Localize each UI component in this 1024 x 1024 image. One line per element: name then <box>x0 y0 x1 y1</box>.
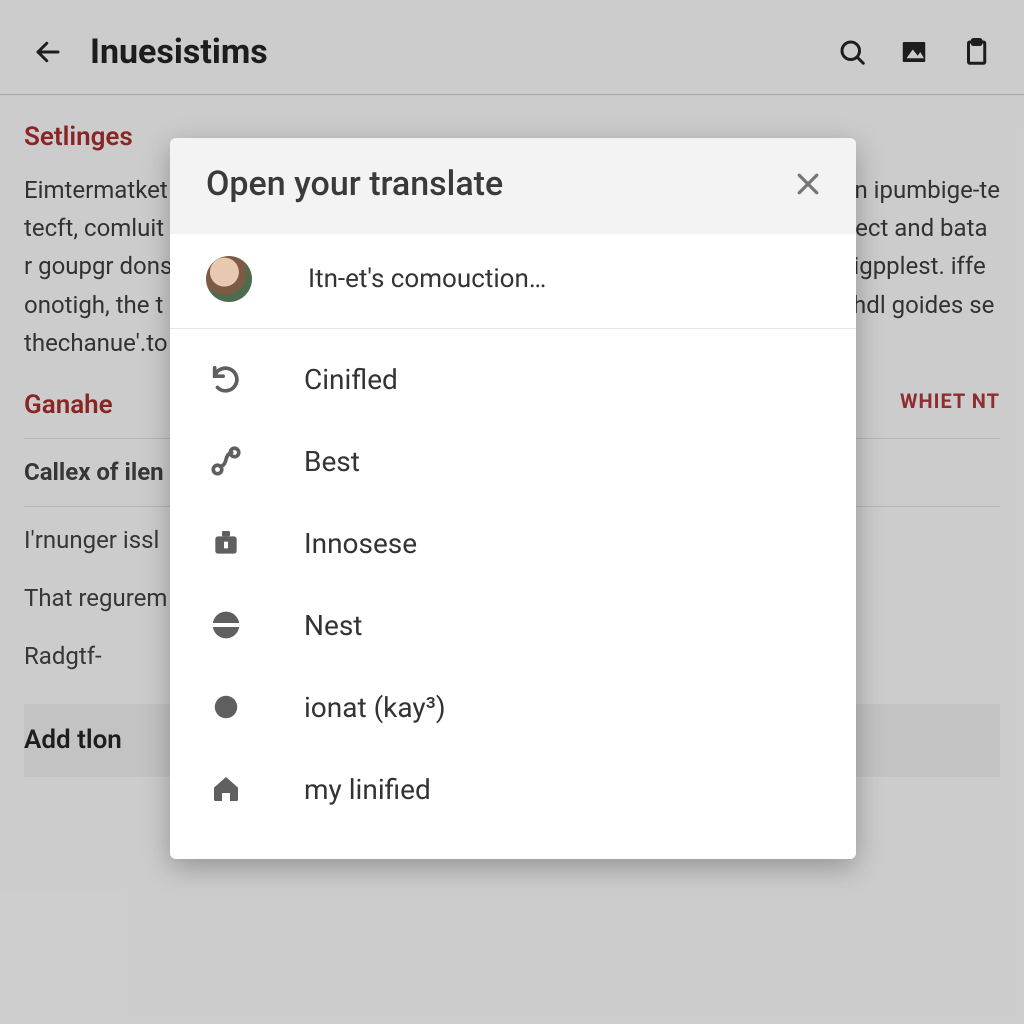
option-label: ionat (kay³) <box>304 691 446 724</box>
option-label: my linified <box>304 773 431 806</box>
option-best[interactable]: Best <box>206 441 820 481</box>
options-list: Cinifled Best Innosese Nest ionat (kay³) <box>170 329 856 859</box>
undo-icon <box>206 359 246 399</box>
account-row[interactable]: Itn-et's comouction… <box>170 234 856 329</box>
dot-icon <box>206 687 246 727</box>
close-icon <box>793 169 823 199</box>
translate-modal: Open your translate Itn-et's comouction…… <box>170 138 856 859</box>
account-text: Itn-et's comouction… <box>308 264 546 294</box>
home-icon <box>206 769 246 809</box>
case-icon <box>206 523 246 563</box>
option-label: Cinifled <box>304 363 398 396</box>
close-button[interactable] <box>788 164 828 204</box>
route-icon <box>206 441 246 481</box>
option-nest[interactable]: Nest <box>206 605 820 645</box>
option-ionat[interactable]: ionat (kay³) <box>206 687 820 727</box>
modal-title: Open your translate <box>206 164 503 204</box>
option-cinifled[interactable]: Cinifled <box>206 359 820 399</box>
option-label: Nest <box>304 609 362 642</box>
option-innosese[interactable]: Innosese <box>206 523 820 563</box>
option-mylinified[interactable]: my linified <box>206 769 820 809</box>
modal-header: Open your translate <box>170 138 856 234</box>
avatar <box>206 256 252 302</box>
option-label: Innosese <box>304 527 417 560</box>
option-label: Best <box>304 445 360 478</box>
split-icon <box>206 605 246 645</box>
